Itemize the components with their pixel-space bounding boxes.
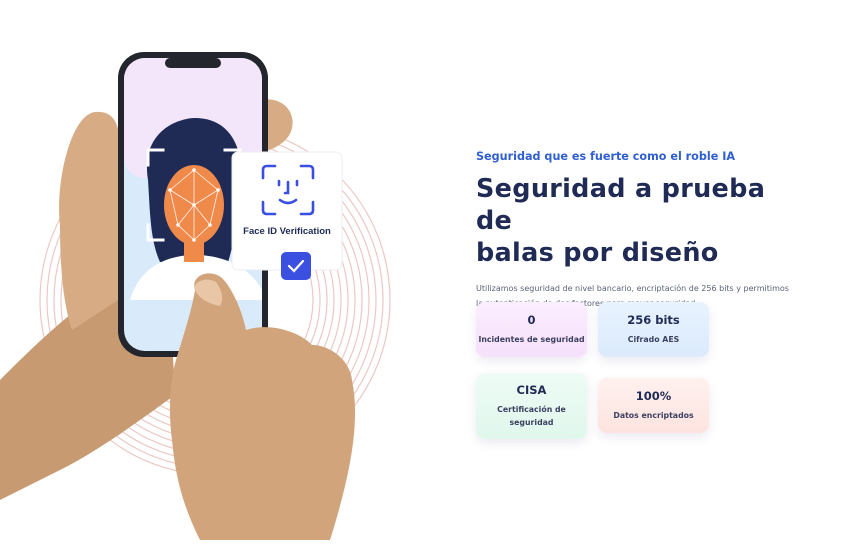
- stat-card-data-encrypted: 100% Datos encriptados: [598, 378, 709, 433]
- stat-label: Incidentes de seguridad: [478, 335, 585, 344]
- stat-value: 100%: [635, 389, 672, 403]
- headline-line-1: Seguridad a prueba de: [476, 174, 766, 236]
- stat-value: CISA: [516, 383, 547, 397]
- stat-label-line-1: Certificación de: [497, 405, 566, 414]
- check-badge: [281, 252, 311, 280]
- stat-label-line-2: seguridad: [509, 418, 554, 427]
- stat-label: Cifrado AES: [627, 335, 680, 344]
- stat-label: Certificación de seguridad: [497, 403, 566, 429]
- section-headline: Seguridad a prueba de balas por diseño: [476, 173, 806, 269]
- headline-line-2: balas por diseño: [476, 238, 719, 268]
- stat-value: 0: [527, 313, 536, 327]
- stat-card-encryption: 256 bits Cifrado AES: [598, 302, 709, 357]
- stat-label: Datos encriptados: [613, 411, 694, 420]
- face-id-label: Face ID Verification: [243, 226, 331, 237]
- stat-card-certification: CISA Certificación de seguridad: [476, 373, 587, 439]
- stat-card-incidents: 0 Incidentes de seguridad: [476, 302, 587, 357]
- security-section: Seguridad que es fuerte como el roble IA…: [476, 150, 806, 311]
- section-eyebrow: Seguridad que es fuerte como el roble IA: [476, 150, 736, 163]
- stat-value: 256 bits: [627, 313, 680, 327]
- face-id-illustration: [0, 52, 391, 540]
